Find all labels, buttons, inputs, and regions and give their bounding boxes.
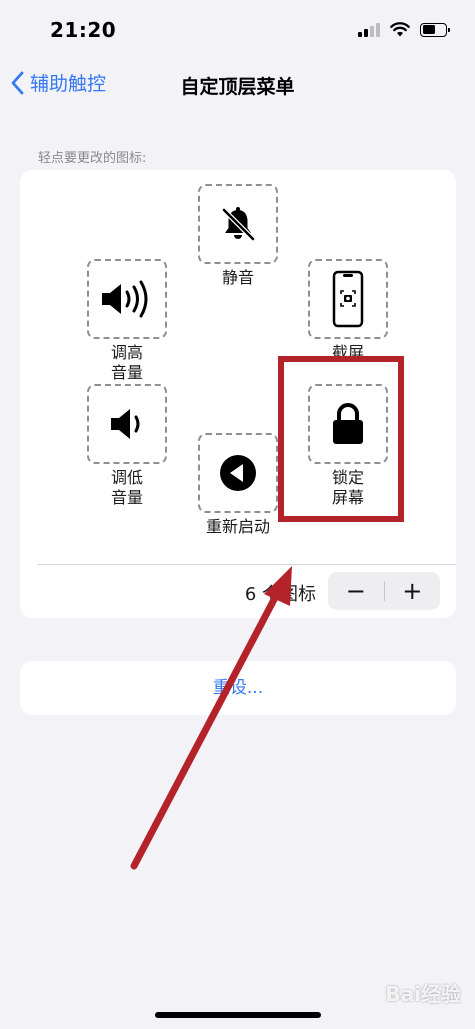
- speaker-wave-1-icon: [111, 409, 140, 439]
- icon-count-label: 6 个图标: [244, 584, 316, 605]
- volume-up-label-line2: 音量: [110, 363, 143, 382]
- home-indicator[interactable]: [155, 1012, 321, 1018]
- watermark-logo: Bai经验: [385, 982, 461, 1006]
- volume-up-label-line1: 调高: [110, 343, 143, 362]
- icon-layout-panel: 静音 调高 音量 截屏 调低 音量 锁定 屏幕 重新启动 6 个图标 − +: [20, 170, 456, 618]
- bell-slash-icon: [222, 207, 255, 241]
- status-time: 21:20: [50, 18, 117, 42]
- icon-count-stepper: − +: [328, 572, 440, 610]
- volume-down-tile[interactable]: [87, 384, 167, 464]
- play-back-circle-icon: [220, 455, 256, 491]
- restart-label: 重新启动: [205, 517, 270, 536]
- navigation-bar: 辅助触控 自定顶层菜单: [0, 62, 475, 106]
- wifi-icon: [390, 22, 410, 37]
- volume-up-tile[interactable]: [87, 259, 167, 339]
- decrement-button[interactable]: −: [328, 572, 384, 610]
- section-hint: 轻点要更改的图标:: [38, 151, 147, 166]
- phone-screenshot-icon: [332, 270, 364, 328]
- slot-restart: 重新启动: [173, 433, 303, 537]
- lock-screen-tile[interactable]: [308, 384, 388, 464]
- screenshot-tile[interactable]: [308, 259, 388, 339]
- increment-button[interactable]: +: [385, 572, 441, 610]
- status-bar: 21:20: [0, 0, 475, 62]
- slot-volume-up: 调高 音量: [62, 259, 192, 383]
- battery-icon: [420, 22, 450, 37]
- status-icons: [358, 22, 450, 37]
- page-title: 自定顶层菜单: [180, 76, 295, 98]
- lock-icon: [333, 403, 363, 444]
- mute-tile[interactable]: [198, 184, 278, 264]
- screenshot-label: 截屏: [331, 343, 364, 362]
- panel-divider: [38, 564, 456, 565]
- cellular-signal-icon: [358, 22, 380, 37]
- volume-up-label: 调高 音量: [62, 343, 192, 383]
- slot-screenshot: 截屏: [283, 259, 413, 363]
- speaker-wave-3-icon: [102, 280, 148, 318]
- battery-fill: [422, 25, 435, 34]
- reset-button[interactable]: 重设...: [20, 661, 456, 715]
- restart-tile[interactable]: [198, 433, 278, 513]
